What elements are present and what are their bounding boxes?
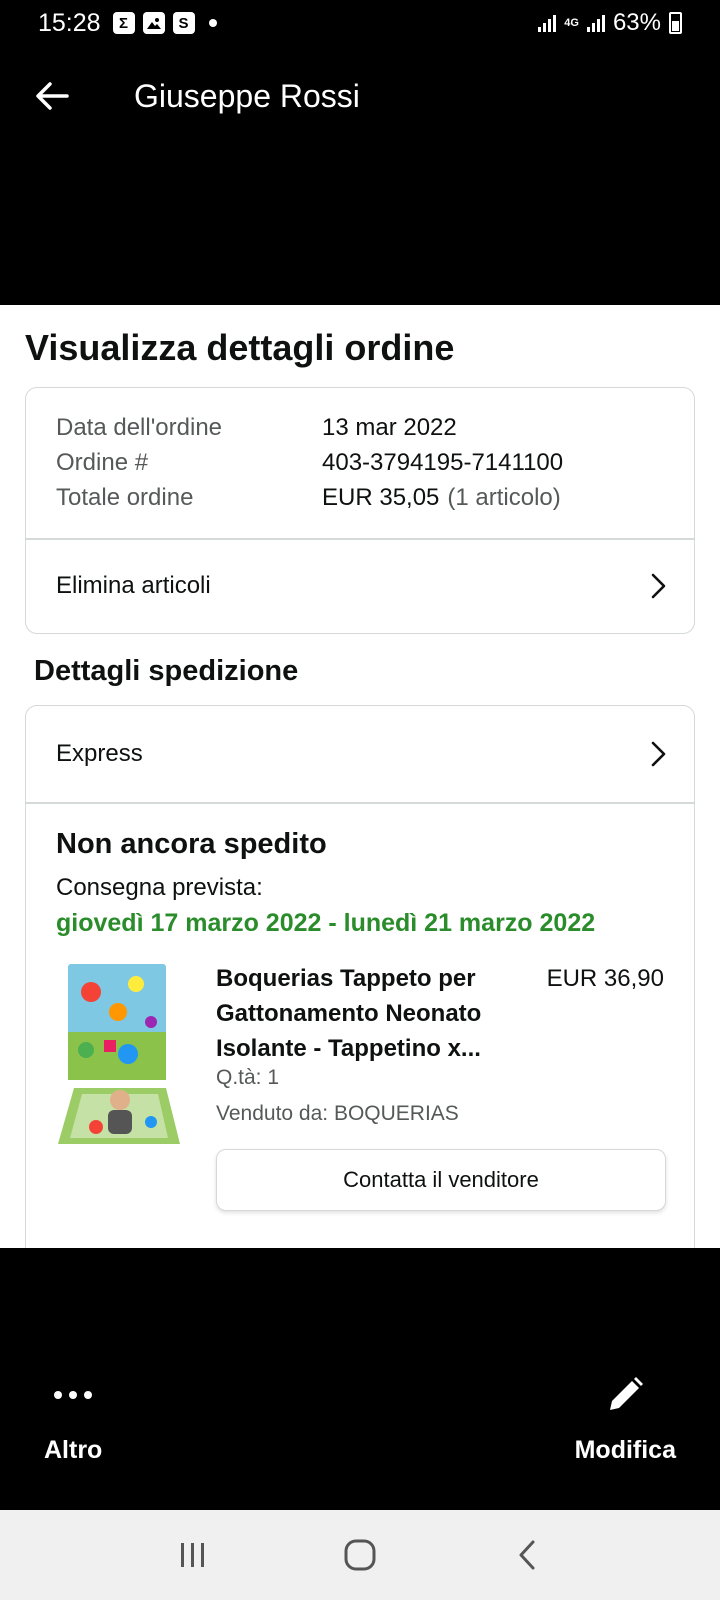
- product-title-link[interactable]: Boquerias Tappeto per Gattonamento Neona…: [216, 961, 516, 1066]
- bottom-action-bar: Altro Modifica: [0, 1370, 720, 1490]
- more-label: Altro: [44, 1436, 103, 1464]
- shipment-status: Non ancora spedito: [56, 828, 327, 860]
- signal-icon-2: [586, 14, 605, 32]
- notification-icons: Σ S: [112, 12, 217, 34]
- home-icon: [344, 1539, 376, 1571]
- system-nav-bar: [0, 1510, 720, 1600]
- divider: [26, 802, 694, 804]
- order-number-row: Ordine # 403-3794195-7141100: [56, 445, 664, 480]
- status-time: 15:28: [38, 8, 101, 37]
- signal-icon: [538, 14, 557, 32]
- recent-apps-button[interactable]: [163, 1525, 223, 1585]
- back-button[interactable]: [22, 66, 82, 126]
- delete-items-row[interactable]: Elimina articoli: [26, 539, 694, 633]
- more-dots-icon: [53, 1370, 93, 1420]
- system-back-button[interactable]: [497, 1525, 557, 1585]
- shipping-method-row[interactable]: Express: [26, 706, 694, 802]
- product-price: EUR 36,90: [546, 965, 664, 992]
- order-total-label: Totale ordine: [56, 484, 194, 511]
- delivery-estimate-label: Consegna prevista:: [56, 874, 263, 901]
- order-date-label: Data dell'ordine: [56, 414, 223, 441]
- edit-label: Modifica: [574, 1436, 676, 1464]
- more-notifications-dot: [208, 19, 217, 27]
- shipping-method-label: Express: [56, 740, 143, 767]
- delivery-estimate-date: giovedì 17 marzo 2022 - lunedì 21 marzo …: [56, 909, 596, 937]
- order-date-row: Data dell'ordine 13 mar 2022: [56, 410, 664, 445]
- order-number-label: Ordine #: [56, 449, 149, 476]
- edit-button[interactable]: Modifica: [575, 1370, 676, 1465]
- status-indicators: 4G 63%: [538, 9, 682, 37]
- order-total-row: Totale ordine EUR 35,05 (1 articolo): [56, 480, 664, 515]
- product-seller: Venduto da: BOQUERIAS: [216, 1102, 459, 1125]
- shipping-card: Express Non ancora spedito Consegna prev…: [25, 705, 695, 1248]
- chevron-right-icon: [651, 573, 666, 599]
- arrow-left-icon: [36, 82, 69, 110]
- delete-items-label: Elimina articoli: [56, 572, 211, 599]
- contact-seller-button[interactable]: Contatta il venditore: [216, 1149, 666, 1211]
- more-button[interactable]: Altro: [44, 1370, 102, 1465]
- app-bar: Giuseppe Rossi: [0, 46, 720, 146]
- s-icon: S: [172, 12, 195, 34]
- order-number-value: 403-3794195-7141100: [322, 449, 564, 476]
- recent-apps-icon: [181, 1543, 205, 1567]
- network-type-icon: 4G: [564, 17, 579, 29]
- order-summary-card: Data dell'ordine 13 mar 2022 Ordine # 40…: [25, 387, 695, 634]
- order-details-panel: Visualizza dettagli ordine Data dell'ord…: [0, 305, 720, 1248]
- order-item-count: (1 articolo): [447, 484, 561, 511]
- pencil-icon: [606, 1370, 644, 1420]
- home-button[interactable]: [330, 1525, 390, 1585]
- back-chevron-icon: [519, 1540, 535, 1570]
- battery-icon: [669, 12, 682, 34]
- image-icon: [142, 12, 165, 34]
- status-bar: 15:28 Σ S 4G 63%: [0, 0, 720, 46]
- contact-name-title: Giuseppe Rossi: [134, 77, 360, 114]
- chevron-right-icon: [651, 741, 666, 767]
- battery-percent: 63%: [612, 9, 661, 36]
- shipping-section-title: Dettagli spedizione: [34, 655, 299, 687]
- page-title: Visualizza dettagli ordine: [25, 327, 455, 368]
- product-quantity: Q.tà: 1: [216, 1066, 280, 1089]
- product-image[interactable]: [56, 962, 182, 1148]
- order-total-value: EUR 35,05: [322, 484, 440, 511]
- sigma-icon: Σ: [112, 12, 135, 34]
- order-date-value: 13 mar 2022: [322, 414, 457, 441]
